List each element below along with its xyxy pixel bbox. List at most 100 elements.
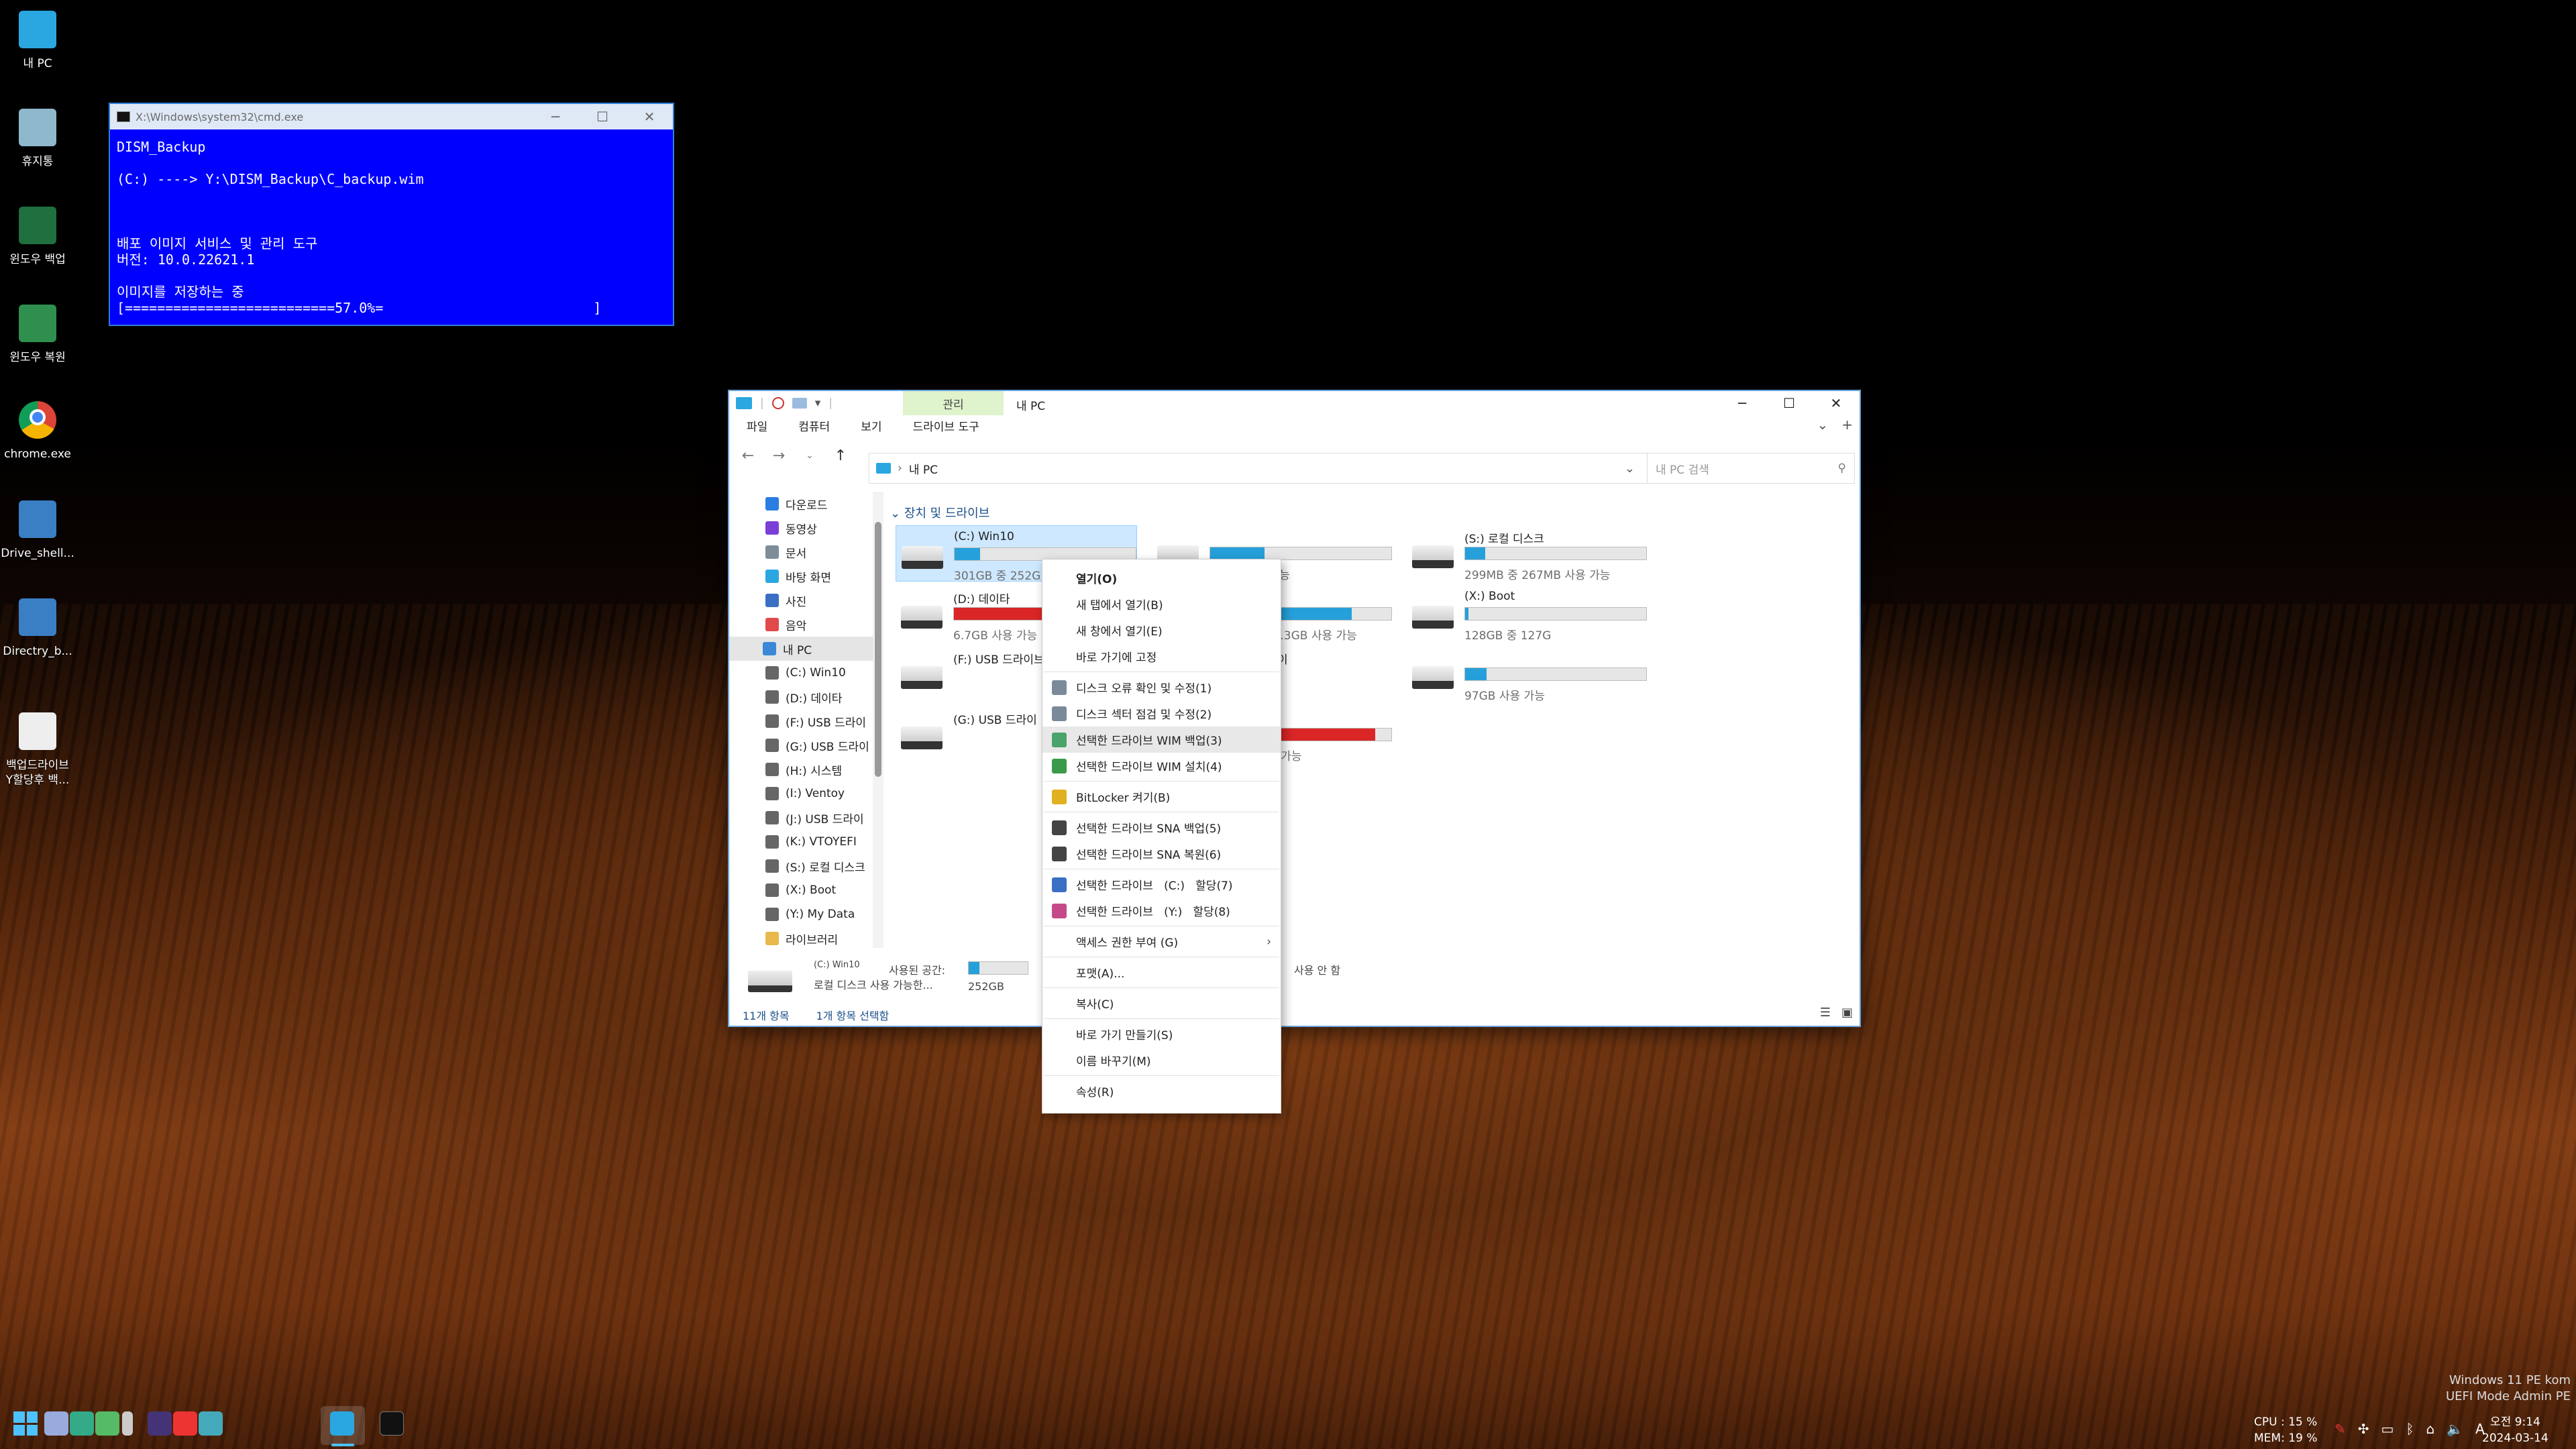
tab-view[interactable]: 보기 [861, 417, 881, 434]
settings-icon[interactable] [44, 1411, 68, 1436]
start-windows-icon[interactable] [13, 1411, 38, 1436]
pc-icon[interactable] [736, 397, 752, 409]
menu-item[interactable]: 선택한 드라이브 SNA 백업(5) [1042, 814, 1281, 841]
maximize-button[interactable]: ☐ [1766, 391, 1813, 415]
search-input[interactable]: 내 PC 검색 ⚲ [1647, 453, 1855, 484]
recent-locations-button[interactable]: ⌄ [798, 443, 822, 468]
menu-item[interactable]: 열기(O) [1042, 565, 1281, 591]
menu-item[interactable]: 복사(C) [1042, 990, 1281, 1016]
forward-button[interactable]: → [767, 443, 791, 468]
menu-item[interactable]: 선택한 드라이브 SNA 복원(6) [1042, 841, 1281, 867]
menu-item[interactable]: 디스크 오류 확인 및 수정(1) [1042, 674, 1281, 700]
details-view-icon[interactable]: ☰ [1820, 1006, 1831, 1020]
plus-icon[interactable]: + [1841, 417, 1853, 433]
nav-item[interactable]: 바탕 화면 [729, 564, 873, 588]
cmd-output[interactable]: DISM_Backup (C:) ----> Y:\DISM_Backup\C_b… [110, 129, 673, 325]
tab-computer[interactable]: 컴퓨터 [798, 417, 830, 434]
volume-icon[interactable]: 🔈 [2447, 1421, 2463, 1437]
pen-icon[interactable]: ✎ [2334, 1421, 2346, 1437]
nav-item[interactable]: (K:) VTOYEFI [729, 830, 873, 854]
tool-icon[interactable] [95, 1411, 119, 1436]
cmd-titlebar[interactable]: X:\Windows\system32\cmd.exe ─ ☐ ✕ [110, 104, 673, 129]
menu-item[interactable]: 새 탭에서 열기(B) [1042, 591, 1281, 617]
cmd-window[interactable]: X:\Windows\system32\cmd.exe ─ ☐ ✕ DISM_B… [109, 103, 674, 326]
nav-item[interactable]: (F:) USB 드라이 [729, 709, 873, 733]
app-icon[interactable] [148, 1411, 172, 1436]
menu-item[interactable]: BitLocker 켜기(B) [1042, 784, 1281, 810]
new-folder-icon[interactable] [792, 398, 807, 409]
clock[interactable]: 오전 9:14 2024-03-14 [2482, 1414, 2548, 1446]
record-icon[interactable] [173, 1411, 197, 1436]
drive-tile[interactable]: 97GB 사용 가능 [1407, 646, 1648, 703]
nav-item[interactable]: 동영상 [729, 516, 873, 540]
desktop-icon[interactable]: 윈도우 복원 [0, 301, 75, 365]
menu-item[interactable]: 선택한 드라이브 WIM 설치(4) [1042, 753, 1281, 779]
search-icon[interactable]: ⚲ [1838, 462, 1846, 475]
chevron-down-icon[interactable]: ⌄ [1817, 417, 1828, 433]
drive-tile[interactable]: (X:) Boot 128GB 중 127G [1407, 586, 1648, 643]
desktop-icon[interactable]: 휴지통 [0, 105, 75, 169]
nav-item[interactable]: (Y:) My Data [729, 902, 873, 926]
cmd-taskbar-icon[interactable] [380, 1411, 404, 1436]
maximize-button[interactable]: ☐ [579, 109, 626, 125]
group-header[interactable]: ⌄ 장치 및 드라이브 [890, 504, 989, 521]
chevron-down-icon[interactable]: ⌄ [1625, 462, 1635, 476]
desktop-icon[interactable]: 내 PC [0, 7, 75, 71]
drive-tile[interactable]: (S:) 로컬 디스크 299MB 중 267MB 사용 가능 [1407, 525, 1648, 582]
menu-item[interactable]: 선택한 드라이브 WIM 백업(3) [1042, 727, 1281, 753]
explorer-taskbar-icon[interactable] [330, 1411, 354, 1436]
menu-item[interactable]: 포맷(A)... [1042, 959, 1281, 985]
desktop-icon[interactable]: Drive_shell... [0, 496, 75, 561]
nav-item[interactable]: (X:) Boot [729, 878, 873, 902]
up-button[interactable]: ↑ [828, 443, 853, 468]
menu-item[interactable]: 액세스 권한 부여 (G) › [1042, 928, 1281, 955]
properties-icon[interactable] [771, 397, 784, 409]
tab-file[interactable]: 파일 [747, 417, 767, 434]
menu-item[interactable]: 선택한 드라이브 (C:) 할당(7) [1042, 871, 1281, 898]
nav-item[interactable]: 다운로드 [729, 492, 873, 516]
tab-manage[interactable]: 관리 [903, 391, 1004, 415]
nav-item[interactable]: 사진 [729, 588, 873, 612]
window-icon[interactable] [199, 1411, 223, 1436]
menu-item[interactable]: 바로 가기에 고정 [1042, 643, 1281, 669]
tab-drive-tools[interactable]: 드라이브 도구 [912, 417, 979, 434]
minimize-button[interactable]: ─ [532, 109, 579, 125]
nav-item[interactable]: (I:) Ventoy [729, 782, 873, 806]
address-bar[interactable]: › 내 PC ⌄ ↻ [869, 453, 1674, 484]
menu-item[interactable]: 선택한 드라이브 (Y:) 할당(8) [1042, 898, 1281, 924]
nav-item[interactable]: (S:) 로컬 디스크 [729, 854, 873, 878]
nav-item[interactable]: (H:) 시스템 [729, 757, 873, 782]
nav-item[interactable]: 라이브러리 [729, 926, 873, 948]
lock-icon[interactable]: ⌂ [2426, 1421, 2434, 1437]
nav-item[interactable]: (D:) 데이타 [729, 685, 873, 709]
network-icon[interactable] [70, 1411, 94, 1436]
disk-icon[interactable] [122, 1411, 133, 1436]
nav-item[interactable]: 문서 [729, 540, 873, 564]
desktop-icon[interactable]: 백업드라이브 Y할당후 백... [0, 708, 75, 788]
desktop-icon[interactable]: chrome.exe [0, 397, 75, 462]
nav-item[interactable]: (C:) Win10 [729, 661, 873, 685]
nav-item[interactable]: 음악 [729, 612, 873, 637]
menu-item[interactable]: 이름 바꾸기(M) [1042, 1047, 1281, 1073]
menu-item[interactable]: 바로 가기 만들기(S) [1042, 1021, 1281, 1047]
minimize-button[interactable]: ─ [1719, 391, 1766, 415]
menu-item[interactable]: 디스크 섹터 점검 및 수정(2) [1042, 700, 1281, 727]
nav-item[interactable]: (J:) USB 드라이 [729, 806, 873, 830]
close-button[interactable]: ✕ [1813, 391, 1860, 415]
nav-item[interactable]: (G:) USB 드라이 [729, 733, 873, 757]
breadcrumb[interactable]: 내 PC [909, 460, 938, 477]
back-button[interactable]: ← [736, 443, 760, 468]
bluetooth-icon[interactable]: ᛒ [2406, 1421, 2414, 1437]
menu-item[interactable]: 속성(R) [1042, 1078, 1281, 1104]
file-explorer-window[interactable]: | ▾ | 관리 내 PC ─ ☐ ✕ 파일 컴퓨터 보기 드라이브 도구 ⌄ … [728, 390, 1861, 1027]
chevron-right-icon[interactable]: › [898, 462, 902, 475]
chevron-down-icon[interactable]: ⌄ [890, 506, 900, 521]
explorer-titlebar[interactable]: | ▾ | 관리 내 PC ─ ☐ ✕ [729, 391, 1860, 415]
network-tray-icon[interactable]: ✣ [2358, 1421, 2369, 1437]
display-icon[interactable]: ▭ [2381, 1421, 2394, 1437]
chevron-down-icon[interactable]: ▾ [815, 396, 821, 410]
tiles-view-icon[interactable]: ▣ [1841, 1006, 1853, 1020]
close-button[interactable]: ✕ [626, 109, 673, 125]
desktop-icon[interactable]: 윈도우 백업 [0, 203, 75, 267]
menu-item[interactable]: 새 창에서 열기(E) [1042, 617, 1281, 643]
